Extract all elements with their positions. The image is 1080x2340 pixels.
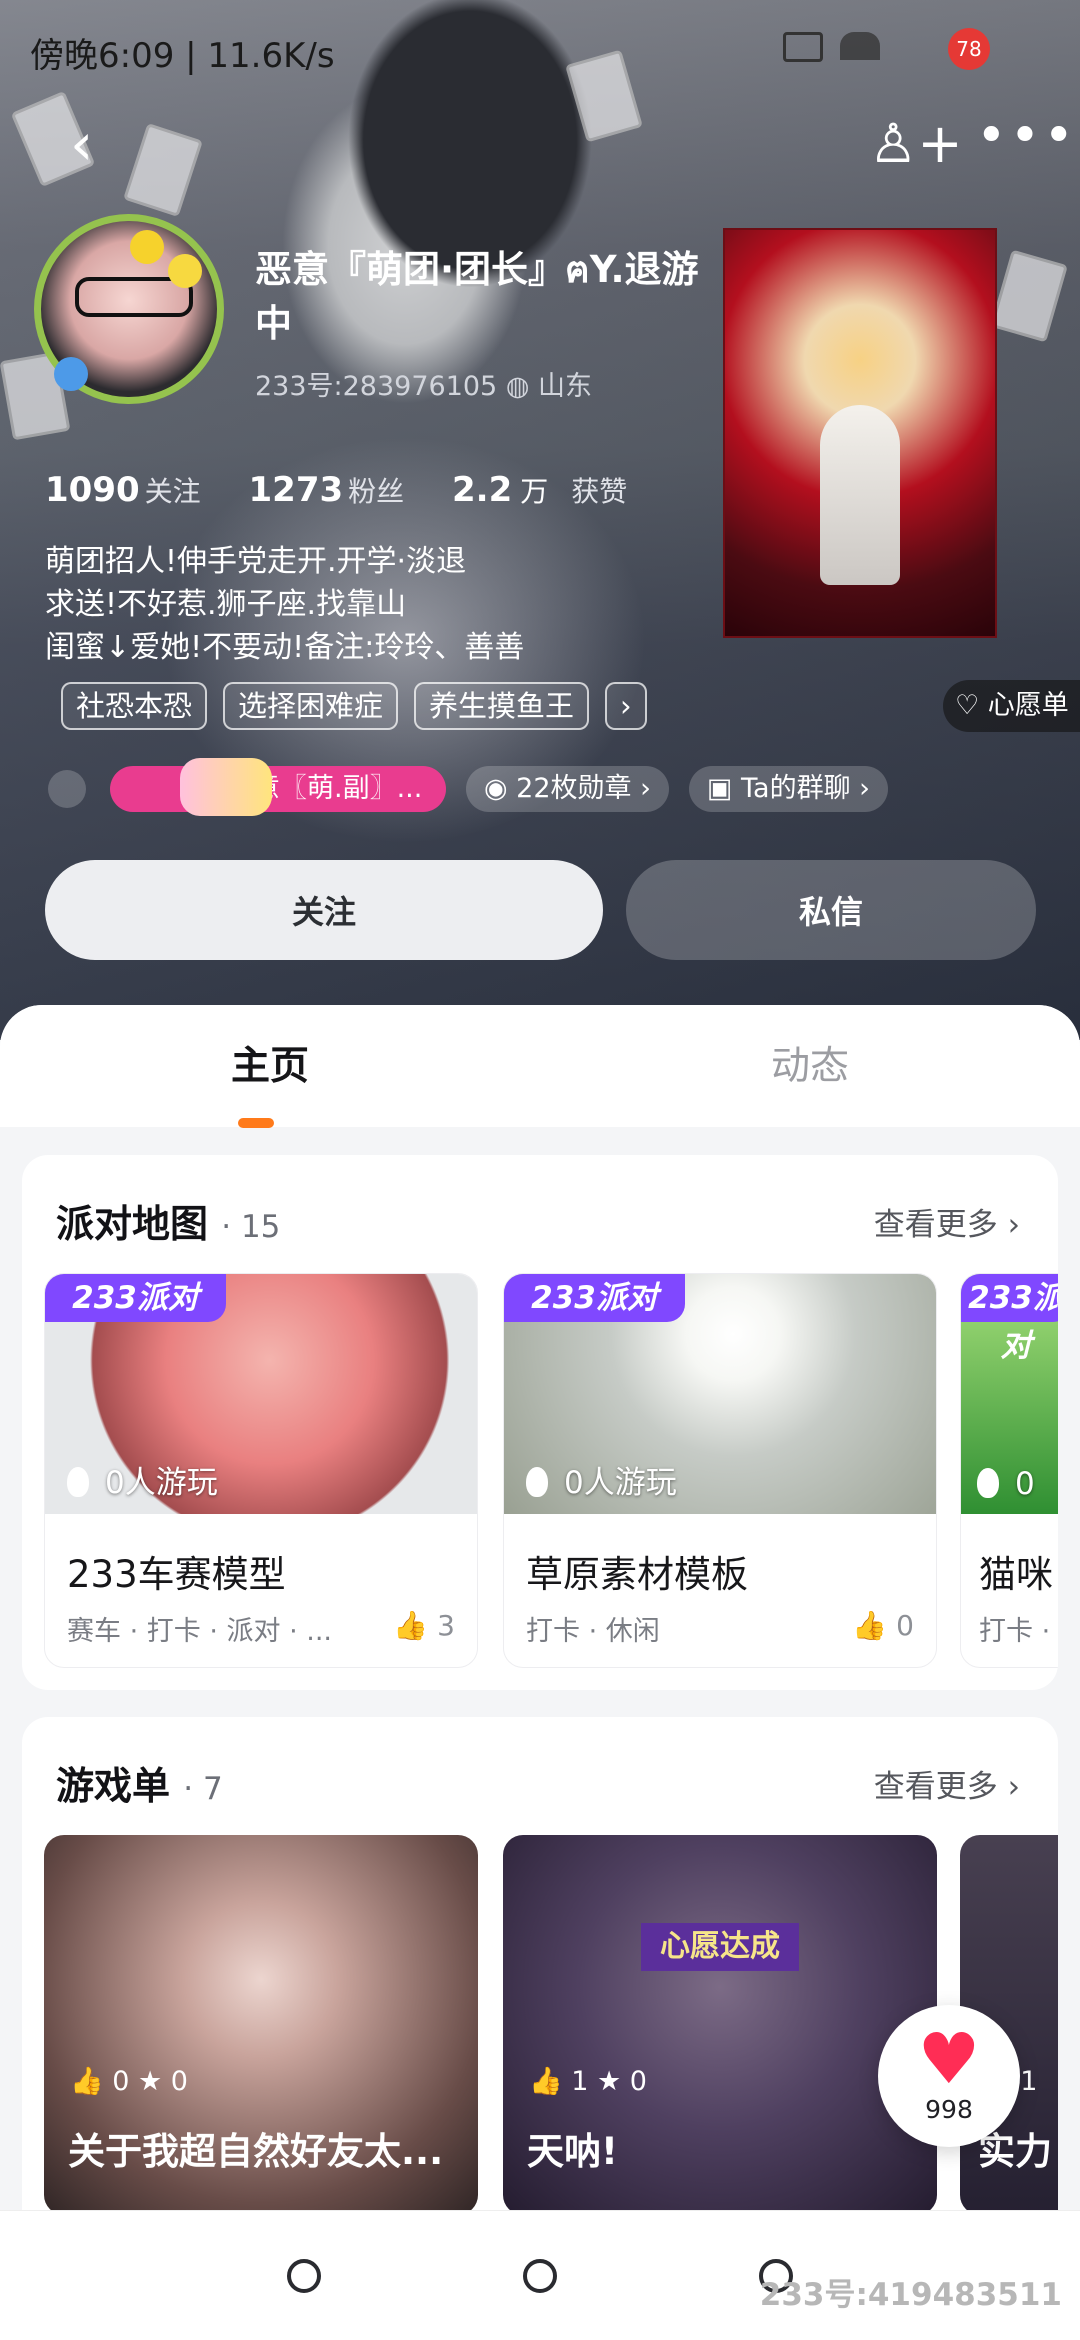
tag-item[interactable]: 社恐本恐 <box>61 682 208 730</box>
avatar-frame-bird <box>54 357 88 391</box>
game-stats: 👍 1 ★ 0 <box>529 2066 647 2097</box>
medal-icon: ◉ <box>484 773 517 804</box>
star-icon: ★ <box>137 2066 171 2097</box>
watermark: 233号:419483511 <box>759 2277 1062 2313</box>
party-map-image: 233派对 0 <box>961 1274 1058 1514</box>
see-more-link[interactable]: 查看更多 › <box>874 1761 1020 1806</box>
chat-icon: ▣ <box>706 773 741 804</box>
star-icon: ★ <box>596 2066 630 2097</box>
bio-line: 闺蜜↓爱她!不要动!备注:玲玲、善善 <box>45 630 525 665</box>
account-id: 233号:283976105 <box>255 371 498 402</box>
heart-outline-icon: ♡ <box>955 690 988 721</box>
wish-achieved-label: 心愿达成 <box>641 1923 799 1971</box>
gender-icon <box>48 770 86 808</box>
card-tags: 打卡 · 休闲 <box>526 1616 660 1647</box>
stat-likes: 2.2 万获赞 <box>452 470 628 510</box>
see-more-link[interactable]: 查看更多 › <box>874 1199 1020 1244</box>
wish-list-label: 心愿单 <box>987 690 1069 721</box>
badge-row: 善意〖萌.副〗... ◉ 22枚勋章 › ▣ Ta的群聊 › <box>48 758 908 816</box>
status-time: 傍晚6:09 | 11.6K/s <box>30 36 335 76</box>
message-button[interactable]: 私信 <box>626 860 1036 960</box>
game-nav-icon[interactable] <box>523 2259 557 2293</box>
profile-stats: 1090 关注 1273 粉丝 2.2 万获赞 <box>45 470 663 510</box>
avatar-frame-flower <box>168 254 202 288</box>
group-chat-badge[interactable]: ▣ Ta的群聊 › <box>688 766 888 812</box>
profile-name: 恶意『萌团·团长』ฅY.退游中 <box>255 248 699 345</box>
friend-badge[interactable]: 善意〖萌.副〗... <box>110 758 446 816</box>
thumbs-up-icon: 👍 <box>529 2066 572 2097</box>
profile-bio: 萌团招人!伸手党走开.开学·淡退 求送!不好惹.狮子座.找靠山 闺蜜↓爱她!不要… <box>45 540 695 669</box>
play-count: 0人游玩 <box>67 1457 218 1502</box>
chevron-right-icon[interactable]: › <box>605 682 647 730</box>
party-map-card[interactable]: 233派对 0 猫咪 打卡 · <box>960 1273 1058 1668</box>
add-friend-icon[interactable]: ♙+ <box>869 117 963 171</box>
wish-list-button[interactable]: ♡ 心愿单 <box>943 680 1080 732</box>
party-map-card[interactable]: 233派对 0人游玩 草原素材模板 打卡 · 休闲 👍 0 <box>503 1273 937 1668</box>
featured-avatar-image[interactable] <box>723 228 997 638</box>
party-map-image: 233派对 0人游玩 <box>504 1274 936 1514</box>
interest-tags: 社恐本恐 选择困难症 养生摸鱼王 › <box>61 682 647 730</box>
bio-line: 求送!不好惹.狮子座.找靠山 <box>45 587 407 622</box>
medal-badge[interactable]: ◉ 22枚勋章 › <box>466 766 669 812</box>
like-floating-button[interactable]: ♥ 998 <box>878 2005 1020 2147</box>
party-badge: 233派对 <box>45 1274 226 1322</box>
thumbs-up-icon: 👍 <box>393 1609 438 1642</box>
game-list-card[interactable]: 👍 0 ★ 0 关于我超自然好友太... <box>44 1835 478 2215</box>
game-stats: 👍 0 ★ 0 <box>70 2066 188 2097</box>
game-title: 关于我超自然好友太... <box>68 2130 444 2173</box>
battery-icon: 78 <box>948 28 990 70</box>
like-count[interactable]: 👍 0 <box>852 1609 914 1642</box>
party-badge: 233派对 <box>961 1274 1058 1364</box>
more-icon[interactable]: ••• <box>976 110 1077 162</box>
tag-item[interactable]: 选择困难症 <box>223 682 399 730</box>
tag-item[interactable]: 养生摸鱼王 <box>414 682 590 730</box>
party-badge: 233派对 <box>504 1274 685 1322</box>
play-count: 0人游玩 <box>526 1457 677 1502</box>
stat-following[interactable]: 1090 关注 <box>45 470 219 510</box>
tab-feed[interactable]: 动态 <box>540 1005 1080 1127</box>
card-title: 猫咪 <box>979 1553 1053 1596</box>
like-count[interactable]: 👍 3 <box>393 1609 455 1642</box>
location: 山东 <box>538 371 592 402</box>
thumbs-up-icon: 👍 <box>852 1609 897 1642</box>
wifi-icon <box>840 32 880 60</box>
card-title: 草原素材模板 <box>526 1553 748 1596</box>
thumbs-up-icon: 👍 <box>70 2066 113 2097</box>
bottom-bar: 233号:419483511 <box>0 2210 1080 2340</box>
game-list-section: 游戏单 · 7 查看更多 › 👍 0 ★ 0 关于我超自然好友太... 心愿达成… <box>22 1717 1058 2215</box>
bio-line: 萌团招人!伸手党走开.开学·淡退 <box>45 544 467 579</box>
sim-icon <box>783 32 823 62</box>
play-count: 0 <box>977 1466 1035 1502</box>
party-map-section: 派对地图 · 15 查看更多 › 233派对 0人游玩 233车赛模型 赛车 ·… <box>22 1155 1058 1690</box>
game-list-card[interactable]: 心愿达成 👍 1 ★ 0 天呐! <box>503 1835 937 2215</box>
profile-header: 傍晚6:09 | 11.6K/s 78 ‹ ♙+ ••• 恶意『萌团·团长』ฅY… <box>0 0 1080 1040</box>
section-title: 派对地图 · 15 <box>56 1202 281 1246</box>
section-title: 游戏单 · 7 <box>56 1764 223 1808</box>
like-total: 998 <box>925 2095 973 2124</box>
back-icon[interactable]: ‹ <box>70 115 93 173</box>
avatar-frame-flower <box>130 230 164 264</box>
party-map-card[interactable]: 233派对 0人游玩 233车赛模型 赛车 · 打卡 · 派对 · ... 👍 … <box>44 1273 478 1668</box>
content-tabs: 主页 动态 <box>0 1005 1080 1128</box>
party-map-image: 233派对 0人游玩 <box>45 1274 477 1514</box>
card-tags: 打卡 · <box>979 1616 1051 1647</box>
heart-icon: ♥ <box>917 2018 981 2100</box>
card-title: 233车赛模型 <box>67 1553 286 1596</box>
stat-followers[interactable]: 1273 粉丝 <box>249 470 423 510</box>
account-info: 233号:283976105 ◍ 山东 <box>255 364 592 403</box>
location-icon: ◍ <box>505 371 538 402</box>
home-nav-icon[interactable] <box>287 2259 321 2293</box>
tab-home[interactable]: 主页 <box>0 1005 540 1128</box>
card-tags: 赛车 · 打卡 · 派对 · ... <box>67 1616 332 1647</box>
game-title: 天呐! <box>527 2130 618 2173</box>
status-bar: 傍晚6:09 | 11.6K/s 78 <box>0 0 1080 90</box>
follow-button[interactable]: 关注 <box>45 860 603 960</box>
